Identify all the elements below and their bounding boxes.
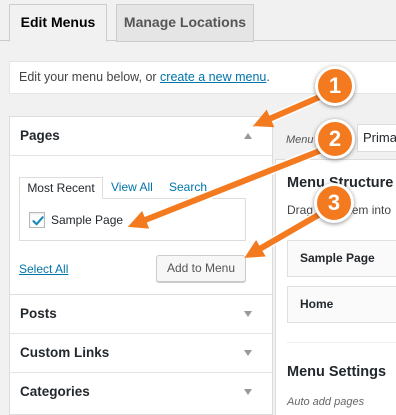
- subtab-most-recent[interactable]: Most Recent: [19, 177, 103, 199]
- accordion-posts-title: Posts: [20, 306, 57, 321]
- info-text: Edit your menu below, or: [19, 70, 161, 84]
- accordion-pages-title: Pages: [20, 128, 60, 143]
- accordion-categories-header[interactable]: Categories: [10, 373, 272, 412]
- add-menu-items-accordion: Pages Most Recent View All Search Sample…: [9, 116, 273, 415]
- pages-tab-panel: Sample Page: [19, 198, 246, 241]
- tab-manage-locations[interactable]: Manage Locations: [116, 4, 254, 42]
- accordion-pages-body: Most Recent View All Search Sample Page …: [10, 156, 272, 295]
- page-item-label: Sample Page: [51, 213, 124, 227]
- accordion-custom-links-header[interactable]: Custom Links: [10, 334, 272, 373]
- accordion-pages-header[interactable]: Pages: [10, 117, 272, 156]
- callout-badge-2: 2: [315, 119, 355, 159]
- menu-item[interactable]: Home: [287, 286, 396, 323]
- callout-badge-1: 1: [315, 66, 355, 106]
- menu-name-label: Menu: [286, 134, 314, 146]
- subtab-search[interactable]: Search: [169, 177, 207, 199]
- nav-tabs: Edit Menus Manage Locations: [0, 0, 396, 42]
- info-suffix: .: [266, 70, 270, 84]
- select-all-link[interactable]: Select All: [19, 262, 68, 276]
- subtab-view-all[interactable]: View All: [111, 177, 153, 199]
- auto-add-label: Auto add pages: [287, 396, 365, 408]
- tab-edit-menus[interactable]: Edit Menus: [9, 4, 107, 42]
- caret-up-icon: [244, 133, 252, 139]
- page-checkbox[interactable]: [29, 212, 45, 228]
- menu-settings-title: Menu Settings: [287, 364, 387, 380]
- page-item-row[interactable]: Sample Page: [29, 212, 123, 228]
- callout-badge-3: 3: [314, 183, 354, 223]
- add-to-menu-button[interactable]: Add to Menu: [156, 255, 246, 282]
- caret-down-icon: [244, 389, 252, 395]
- accordion-custom-links-title: Custom Links: [20, 345, 110, 360]
- accordion-posts-header[interactable]: Posts: [10, 295, 272, 334]
- menu-select[interactable]: Primary: [357, 124, 396, 152]
- create-menu-link[interactable]: create a new menu: [160, 70, 266, 84]
- accordion-categories-title: Categories: [20, 384, 90, 399]
- caret-down-icon: [244, 311, 252, 317]
- caret-down-icon: [244, 350, 252, 356]
- divider: [287, 342, 396, 343]
- checkmark-icon: [32, 216, 44, 226]
- menu-item[interactable]: Sample Page: [287, 240, 396, 277]
